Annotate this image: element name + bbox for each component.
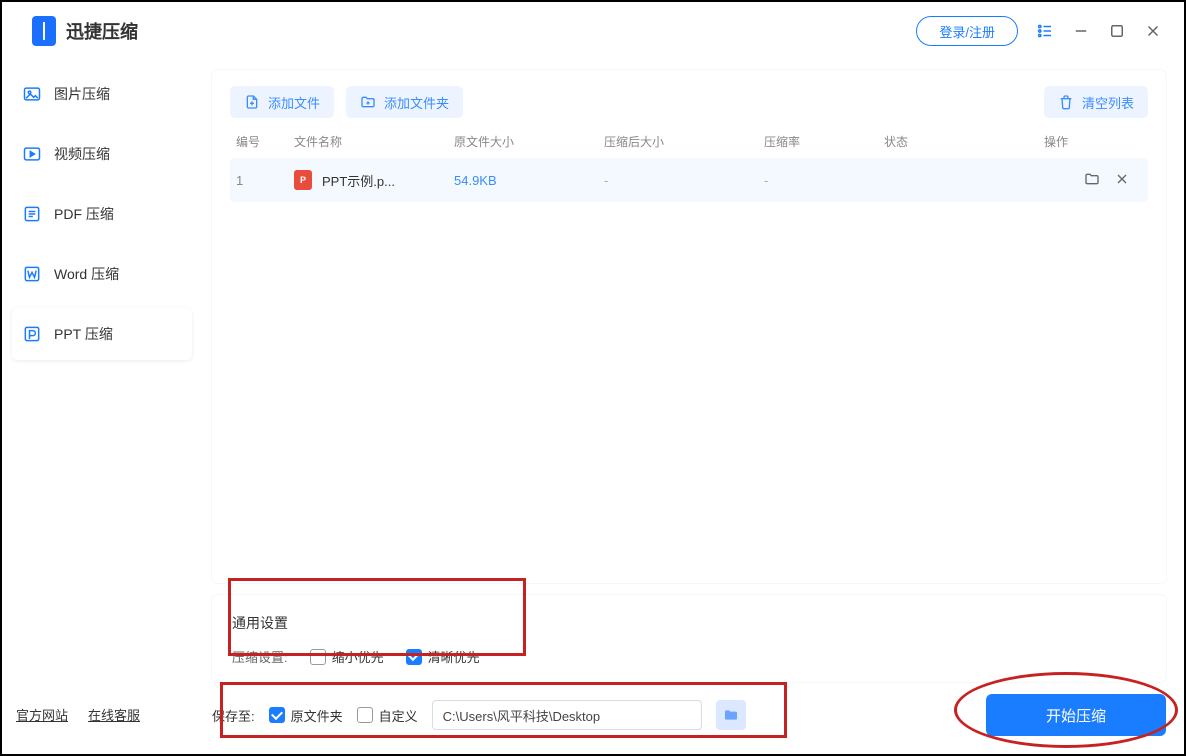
sidebar: 图片压缩 视频压缩 PDF 压缩 Word 压缩 PPT 压缩 官方网站 在线客… [2, 60, 202, 754]
app-logo-icon [32, 16, 56, 46]
table-header: 编号 文件名称 原文件大小 压缩后大小 压缩率 状态 操作 [230, 124, 1148, 158]
sidebar-item-image[interactable]: 图片压缩 [12, 68, 192, 120]
app-title: 迅捷压缩 [66, 18, 138, 44]
online-support-link[interactable]: 在线客服 [88, 705, 140, 724]
option-clear-first[interactable]: 清晰优先 [406, 647, 480, 666]
menu-list-icon[interactable] [1036, 22, 1054, 40]
file-name: PPT示例.p... [322, 171, 395, 190]
sidebar-item-word[interactable]: Word 压缩 [12, 248, 192, 300]
sidebar-item-label: PPT 压缩 [54, 324, 113, 344]
image-icon [22, 84, 42, 104]
close-icon[interactable] [1144, 22, 1162, 40]
bottom-bar: 保存至: 原文件夹 自定义 开始压缩 [212, 694, 1166, 736]
clear-list-button[interactable]: 清空列表 [1044, 86, 1148, 118]
header: 迅捷压缩 登录/注册 [2, 2, 1184, 60]
option-original-folder[interactable]: 原文件夹 [269, 706, 343, 725]
table-row[interactable]: 1 PPPT示例.p... 54.9KB - - [230, 158, 1148, 202]
browse-folder-button[interactable] [716, 700, 746, 730]
sidebar-item-label: 视频压缩 [54, 144, 110, 164]
add-folder-button[interactable]: 添加文件夹 [346, 86, 463, 118]
official-site-link[interactable]: 官方网站 [16, 705, 68, 724]
start-compress-button[interactable]: 开始压缩 [986, 694, 1166, 736]
video-icon [22, 144, 42, 164]
settings-title: 通用设置 [232, 613, 1146, 633]
remove-row-icon[interactable] [1114, 171, 1130, 190]
sidebar-item-label: PDF 压缩 [54, 204, 114, 224]
file-panel: 添加文件 添加文件夹 清空列表 编号 文件名称 原文件大小 压缩后大小 压缩率 … [212, 70, 1166, 583]
sidebar-item-pdf[interactable]: PDF 压缩 [12, 188, 192, 240]
word-icon [22, 264, 42, 284]
sidebar-item-video[interactable]: 视频压缩 [12, 128, 192, 180]
sidebar-item-label: 图片压缩 [54, 84, 110, 104]
compress-setting-label: 压缩设置: [232, 647, 288, 666]
ppt-icon [22, 324, 42, 344]
add-file-button[interactable]: 添加文件 [230, 86, 334, 118]
pdf-icon [22, 204, 42, 224]
open-folder-icon[interactable] [1084, 171, 1100, 190]
settings-card: 通用设置 压缩设置: 缩小优先 清晰优先 [212, 595, 1166, 682]
option-custom-folder[interactable]: 自定义 [357, 706, 418, 725]
maximize-icon[interactable] [1108, 22, 1126, 40]
sidebar-item-label: Word 压缩 [54, 264, 119, 284]
logo: 迅捷压缩 [32, 16, 138, 46]
save-path-input[interactable] [432, 700, 702, 730]
save-to-label: 保存至: [212, 706, 255, 725]
ppt-file-icon: P [294, 170, 312, 190]
option-small-first[interactable]: 缩小优先 [310, 647, 384, 666]
minimize-icon[interactable] [1072, 22, 1090, 40]
sidebar-item-ppt[interactable]: PPT 压缩 [12, 308, 192, 360]
login-button[interactable]: 登录/注册 [916, 16, 1018, 46]
